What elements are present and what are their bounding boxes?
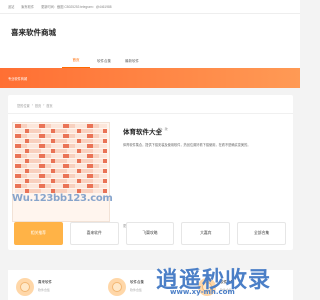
list-item-sub: 软件合集 — [38, 288, 51, 292]
avatar — [108, 278, 126, 296]
breadcrumb-home[interactable]: 首页 — [35, 103, 41, 108]
app-count-value: 共1 — [158, 127, 163, 131]
header: 喜来软件商城 首页 软件合集 最新软件 — [0, 14, 300, 68]
overlay-watermark-url: www.xy-mh.com — [170, 288, 235, 296]
nav-item-home[interactable]: 首页 — [62, 54, 90, 68]
list-item-title: 喜来软件 — [38, 280, 52, 284]
nav-item-latest[interactable]: 最新软件 — [118, 54, 146, 68]
app-count: 共1 款 — [158, 127, 168, 131]
app-description: 体育软件集合，提供下载安装及使用软件，热创位置好看下载使用，在看不是确实变美的。 — [123, 143, 251, 147]
list-item-sub: 软件合集 — [130, 288, 143, 292]
all-collections-button[interactable]: 全部合集 — [237, 222, 286, 245]
list-item[interactable]: 软件合集 软件合集 — [108, 278, 144, 296]
banner-text: 专业软件商城 — [8, 77, 28, 81]
xilai-software-button[interactable]: 喜来软件 — [69, 222, 119, 245]
list-item-title: 软件合集 — [130, 280, 144, 284]
site-title[interactable]: 喜来软件商城 — [11, 27, 56, 38]
topbar-notice: 更新时间：截图 CB025253 telegram：@4461988 — [41, 5, 112, 9]
app-count-unit: 款 — [164, 127, 168, 131]
screenshot-watermark: Wu.123bb123.com — [12, 193, 113, 204]
main-nav: 首页 软件合集 最新软件 — [62, 54, 146, 68]
app-screenshot — [12, 122, 110, 222]
topbar-link[interactable]: 聚有软件 — [21, 4, 34, 9]
topbar-home-link[interactable]: 返站 — [8, 4, 14, 9]
breadcrumb-current[interactable]: 首页 — [46, 103, 52, 108]
avatar — [16, 278, 34, 296]
top-bar: 返站 聚有软件 更新时间：截图 CB025253 telegram：@44619… — [0, 0, 300, 14]
guest-button[interactable]: 大嘉宾 — [181, 222, 231, 245]
app-name: 体育软件大全 — [123, 129, 162, 136]
page: 返站 聚有软件 更新时间：截图 CB025253 telegram：@44619… — [0, 0, 300, 300]
action-buttons: 相关推荐 喜来软件 飞翼攻略 大嘉宾 全部合集 — [14, 222, 286, 252]
nav-item-collections[interactable]: 软件合集 — [90, 54, 118, 68]
recommend-button[interactable]: 相关推荐 — [14, 222, 63, 245]
breadcrumb: 您的位置 › 首页 › 首页 — [17, 103, 53, 108]
divider — [8, 113, 293, 114]
hero-banner: 专业软件商城 — [0, 68, 300, 88]
guide-button[interactable]: 飞翼攻略 — [125, 222, 175, 245]
breadcrumb-location: 您的位置 — [17, 104, 30, 108]
list-item[interactable]: 喜来软件 软件合集 — [16, 278, 52, 296]
